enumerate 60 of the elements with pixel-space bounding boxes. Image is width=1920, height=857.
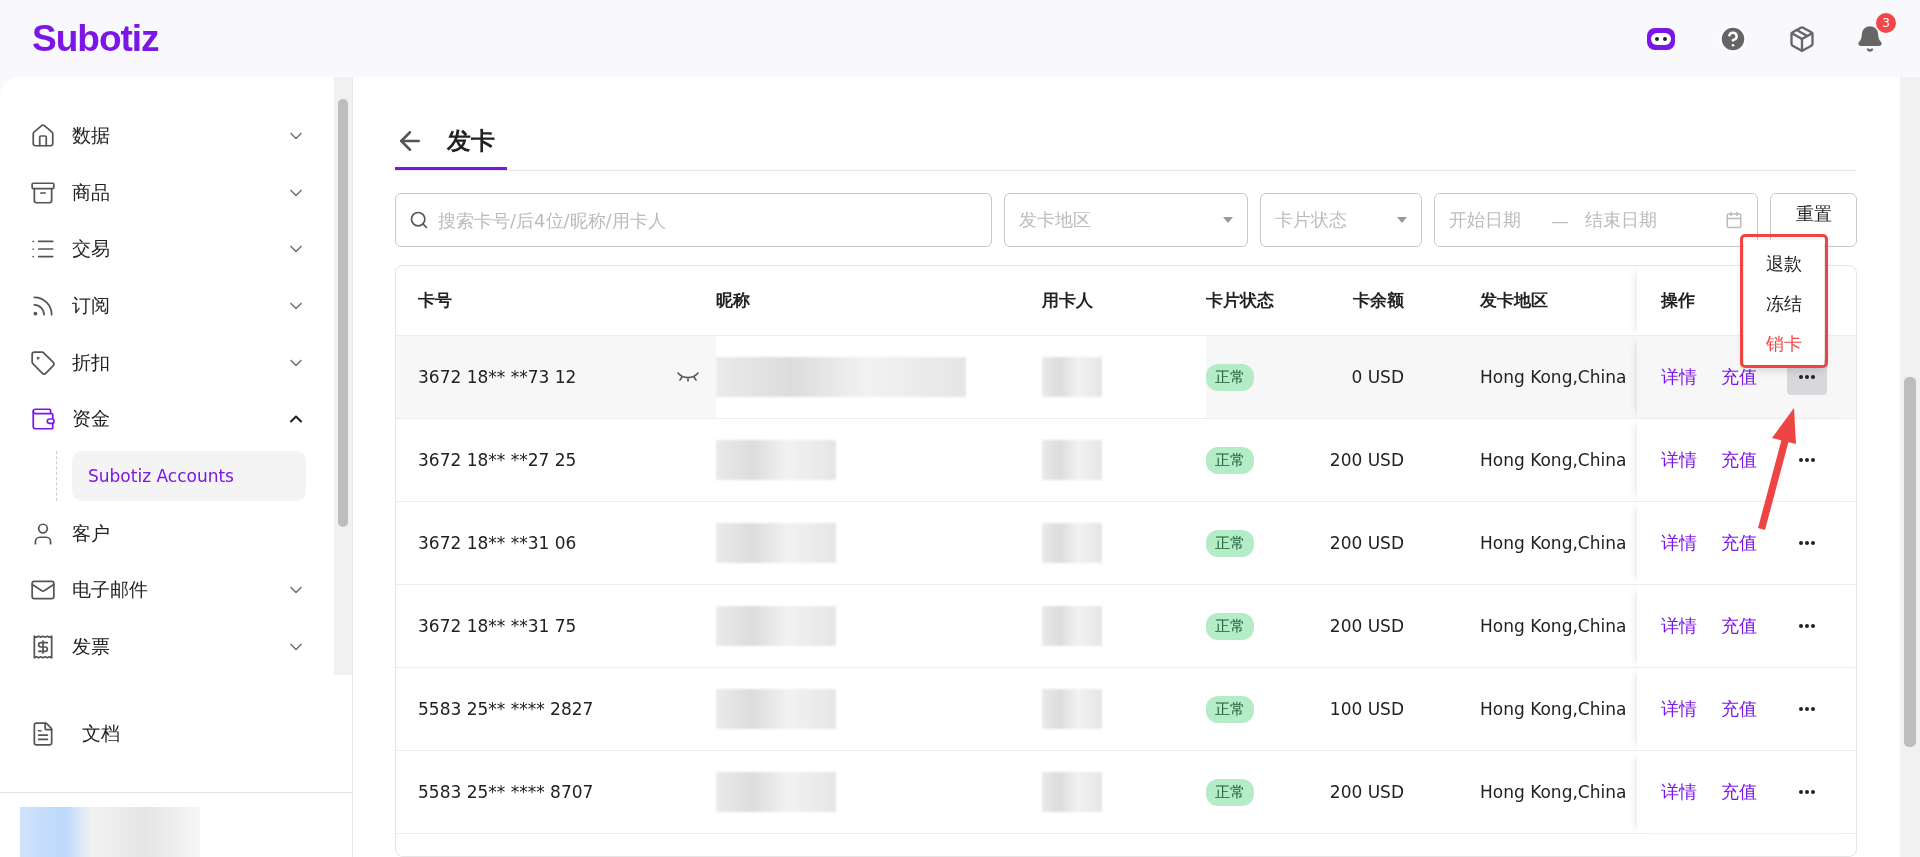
action-link[interactable]: 详情 bbox=[1661, 780, 1697, 804]
docs-item[interactable]: 文档 bbox=[0, 675, 352, 793]
status-tag: 正常 bbox=[1206, 778, 1254, 806]
closed-eye-icon[interactable] bbox=[676, 370, 700, 384]
status-tag: 正常 bbox=[1206, 612, 1254, 640]
ellipsis-icon bbox=[1799, 541, 1815, 545]
nav-item[interactable]: 折扣 bbox=[30, 334, 334, 391]
package-icon[interactable] bbox=[1788, 24, 1816, 53]
nav-item[interactable]: 客户 bbox=[30, 505, 334, 562]
action-link[interactable]: 充值 bbox=[1721, 365, 1757, 389]
action-link[interactable]: 充值 bbox=[1721, 697, 1757, 721]
document-icon bbox=[30, 720, 56, 747]
table-cell: 3672 18** **73 12 bbox=[396, 336, 716, 419]
ellipsis-icon bbox=[1799, 375, 1815, 379]
bell-icon[interactable] bbox=[1856, 24, 1884, 53]
nav-item[interactable]: 商品 bbox=[30, 164, 334, 222]
table-cell: 0 USD bbox=[1326, 336, 1446, 419]
action-link[interactable]: 充值 bbox=[1721, 780, 1757, 804]
action-link[interactable]: 充值 bbox=[1721, 531, 1757, 555]
redacted-block bbox=[1042, 357, 1102, 397]
nav-item[interactable]: 电子邮件 bbox=[30, 561, 334, 619]
redacted-block bbox=[1042, 689, 1102, 729]
calendar-icon bbox=[1725, 211, 1743, 229]
scrollbar[interactable] bbox=[1900, 77, 1920, 857]
status-tag: 正常 bbox=[1206, 446, 1254, 474]
status-tag: 正常 bbox=[1206, 363, 1254, 391]
nav-subitem[interactable]: Subotiz Accounts bbox=[72, 451, 306, 502]
redacted-block bbox=[1042, 523, 1102, 563]
table-cell: Hong Kong,China bbox=[1446, 336, 1637, 419]
status-tag: 正常 bbox=[1206, 695, 1254, 723]
page-title: 发卡 bbox=[447, 126, 495, 157]
status-tag: 正常 bbox=[1206, 529, 1254, 557]
ellipsis-icon bbox=[1799, 707, 1815, 711]
search-icon bbox=[409, 210, 429, 230]
redacted-block bbox=[1042, 606, 1102, 646]
action-link[interactable]: 详情 bbox=[1661, 614, 1697, 638]
notification-badge: 3 bbox=[1876, 12, 1896, 33]
action-link[interactable]: 详情 bbox=[1661, 448, 1697, 472]
nav-item[interactable]: 交易 bbox=[30, 221, 334, 278]
action-link[interactable]: 充值 bbox=[1721, 614, 1757, 638]
ellipsis-icon bbox=[1799, 790, 1815, 794]
ellipsis-icon bbox=[1799, 624, 1815, 628]
action-link[interactable]: 详情 bbox=[1661, 365, 1697, 389]
brand-logo[interactable]: Subotiz bbox=[32, 17, 159, 60]
scrollbar[interactable] bbox=[334, 77, 352, 675]
menu-item[interactable]: 冻结 bbox=[1744, 284, 1824, 324]
page-tab[interactable]: 发卡 bbox=[395, 115, 507, 170]
action-link[interactable]: 详情 bbox=[1661, 531, 1697, 555]
nav-item[interactable]: 发票 bbox=[30, 618, 334, 675]
redacted-block bbox=[1042, 440, 1102, 480]
nav-item[interactable]: 订阅 bbox=[30, 277, 334, 335]
action-link[interactable]: 充值 bbox=[1721, 448, 1757, 472]
action-link[interactable]: 详情 bbox=[1661, 697, 1697, 721]
search-field[interactable]: 搜索卡号/后4位/昵称/用卡人 bbox=[395, 193, 992, 247]
help-icon[interactable] bbox=[1718, 23, 1748, 54]
nav-item[interactable]: 数据 bbox=[30, 108, 334, 165]
ellipsis-icon bbox=[1799, 458, 1815, 462]
nav-item[interactable]: 资金 bbox=[30, 390, 334, 448]
redacted-block bbox=[1042, 772, 1102, 812]
reset-button[interactable]: 重置 bbox=[1770, 193, 1857, 247]
